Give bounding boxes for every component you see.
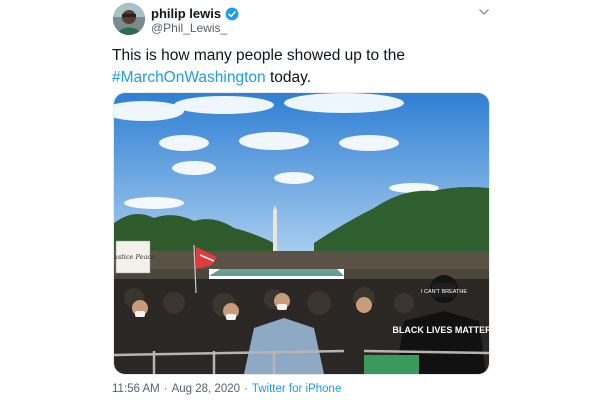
author-name-row[interactable]: philip lewis bbox=[151, 6, 239, 21]
meta-separator: · bbox=[163, 383, 168, 395]
hashtag-link[interactable]: #MarchOnWashington bbox=[112, 69, 266, 86]
tweet-time[interactable]: 11:56 AM bbox=[112, 383, 160, 395]
tweet-text: This is how many people showed up to the… bbox=[112, 45, 492, 89]
tweet-source-link[interactable]: Twitter for iPhone bbox=[252, 383, 341, 395]
avatar-image bbox=[113, 3, 145, 35]
tweet-card: philip lewis @Phil_Lewis_ This is how ma… bbox=[0, 0, 600, 400]
meta-separator-2: · bbox=[244, 383, 248, 395]
sign-text: Justice Peace bbox=[114, 253, 155, 261]
avatar[interactable] bbox=[113, 3, 145, 35]
tweet-photo[interactable]: I CAN'T BREATHE BLACK LIVES MATTER Justi… bbox=[113, 92, 490, 375]
photo-scene: I CAN'T BREATHE BLACK LIVES MATTER Justi… bbox=[114, 93, 489, 374]
verified-badge-icon bbox=[225, 7, 239, 21]
chevron-down-icon[interactable] bbox=[477, 5, 491, 19]
tweet-text-before: This is how many people showed up to the bbox=[112, 47, 405, 64]
tweet-text-after: today. bbox=[265, 69, 312, 86]
display-name[interactable]: philip lewis bbox=[151, 6, 221, 21]
tweet-date[interactable]: Aug 28, 2020 bbox=[172, 383, 240, 395]
tweet-metadata: 11:56 AM · Aug 28, 2020 · Twitter for iP… bbox=[112, 383, 341, 395]
mask-text: I CAN'T BREATHE bbox=[421, 289, 467, 295]
shirt-text: BLACK LIVES MATTER bbox=[392, 325, 489, 335]
author-handle[interactable]: @Phil_Lewis_ bbox=[151, 21, 227, 35]
